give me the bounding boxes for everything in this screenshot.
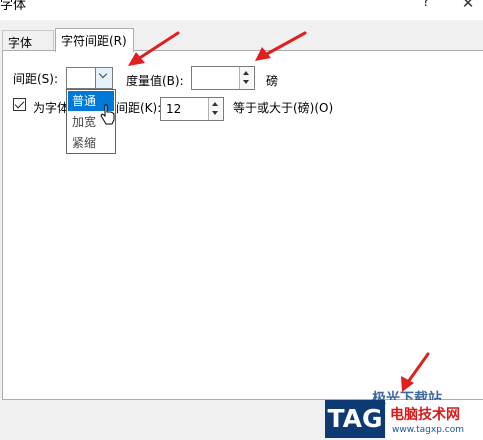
watermark-tag-logo: TAG bbox=[325, 400, 385, 438]
arrow-head-icon bbox=[128, 52, 145, 66]
annotation-arrows bbox=[128, 31, 430, 392]
watermark-url: www.tagxp.com bbox=[392, 425, 464, 435]
red-arrow-icon bbox=[263, 31, 307, 57]
watermark-site-name: 电脑技术网 bbox=[390, 407, 460, 423]
red-arrow-icon bbox=[406, 352, 430, 384]
red-arrow-icon bbox=[136, 31, 180, 61]
